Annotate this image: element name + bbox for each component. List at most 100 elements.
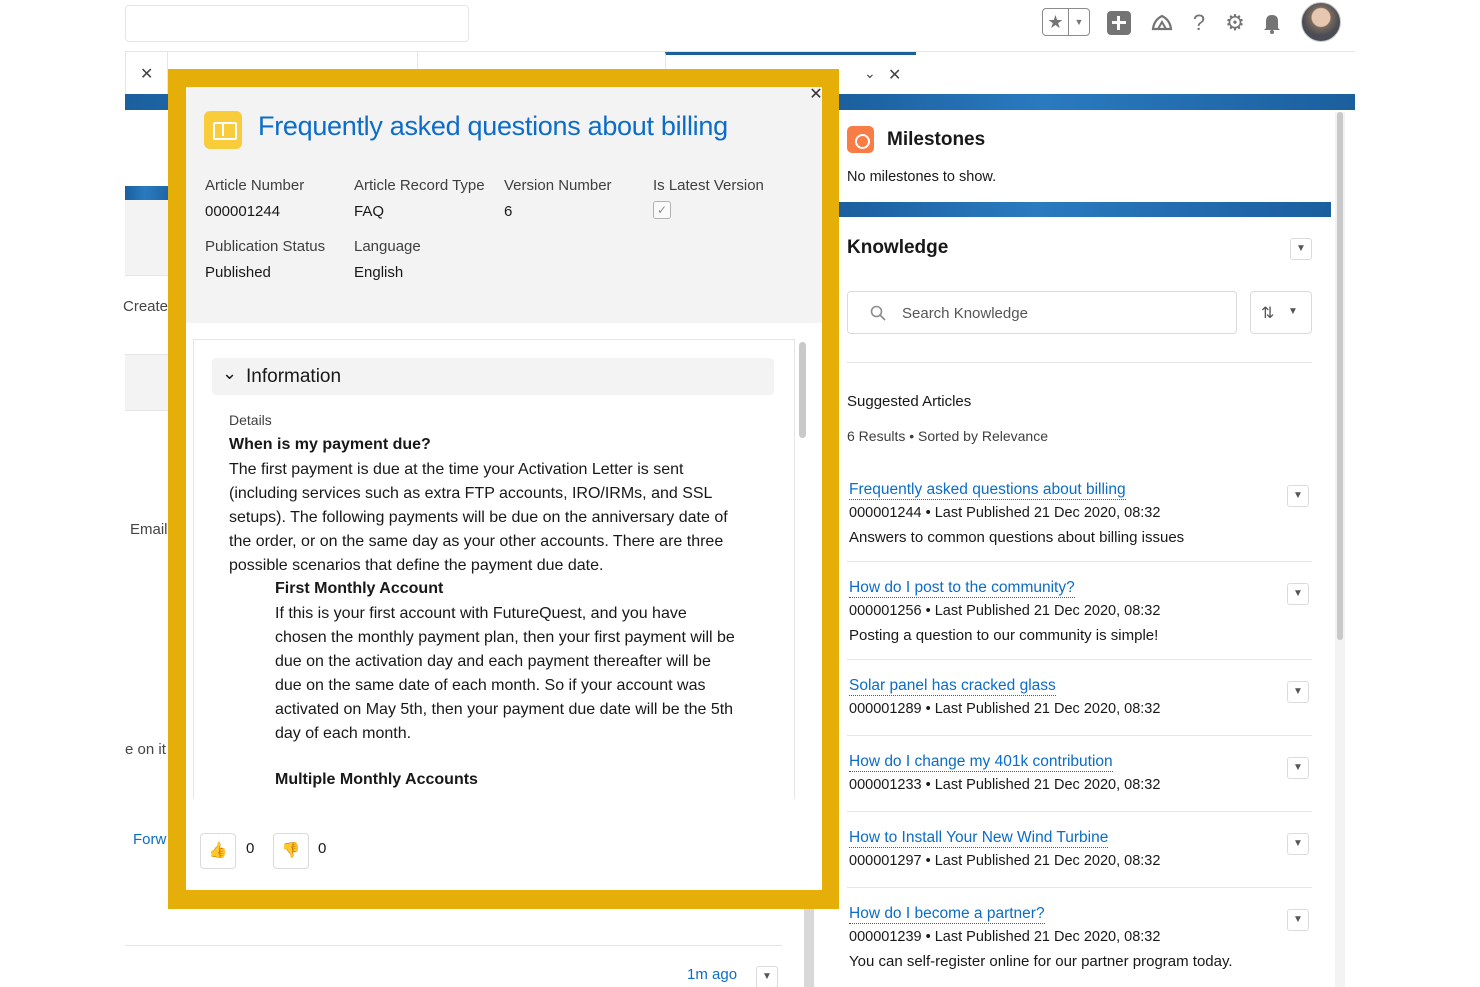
create-tab-label: Create — [123, 298, 169, 315]
workspace-tab-1[interactable]: ✕ — [125, 52, 167, 95]
field-label-language: Language — [354, 238, 421, 255]
knowledge-article-icon — [204, 111, 242, 149]
sub-line: due on the same date of each month. So i… — [275, 677, 706, 694]
sidebar-header-band — [838, 94, 1355, 110]
subheading-first-monthly: First Monthly Account — [275, 580, 444, 597]
downvote-button[interactable]: 👎 — [273, 833, 309, 869]
close-icon[interactable]: ✕ — [888, 65, 901, 85]
field-value-publication-status: Published — [205, 264, 271, 281]
article-divider — [847, 811, 1312, 812]
chevron-down-icon[interactable]: ⌄ — [864, 65, 876, 82]
latest-version-checkbox: ✓ — [653, 201, 671, 219]
article-title-link[interactable]: Solar panel has cracked glass — [849, 677, 1056, 696]
article-title: Frequently asked questions about billing — [258, 111, 728, 141]
sidebar-divider-band — [838, 202, 1331, 217]
article-preview-modal: Frequently asked questions about billing… — [186, 87, 822, 890]
gear-icon[interactable]: ⚙ — [1223, 10, 1247, 36]
field-value-version-number: 6 — [504, 203, 513, 220]
close-icon[interactable]: ✕ — [808, 87, 824, 103]
article-title-link[interactable]: Frequently asked questions about billing — [849, 481, 1126, 500]
milestones-title: Milestones — [887, 129, 986, 150]
trailhead-icon[interactable] — [1150, 11, 1174, 35]
close-icon[interactable]: ✕ — [140, 64, 153, 84]
user-avatar[interactable] — [1301, 2, 1341, 42]
article-title-link[interactable]: How to Install Your New Wind Turbine — [849, 829, 1109, 848]
upvote-button[interactable]: 👍 — [200, 833, 236, 869]
answer-line: (including services such as extra FTP ac… — [229, 485, 713, 502]
first-monthly-text: If this is your first account with Futur… — [275, 602, 775, 746]
field-label-version-number: Version Number — [504, 177, 612, 194]
subheading-multiple-monthly: Multiple Monthly Accounts — [275, 771, 478, 788]
sort-icon: ⇅ — [1261, 305, 1275, 322]
activity-timestamp: 1m ago — [687, 966, 738, 983]
article-divider — [847, 735, 1312, 736]
milestones-icon — [847, 126, 874, 153]
chevron-down-icon: ▼ — [1288, 306, 1298, 317]
faq-question: When is my payment due? — [229, 436, 431, 453]
article-title-link[interactable]: How do I become a partner? — [849, 905, 1045, 924]
knowledge-search-placeholder: Search Knowledge — [902, 305, 1028, 322]
sidebar-scroll-thumb[interactable] — [1337, 112, 1343, 640]
knowledge-menu-button[interactable]: ▼ — [1290, 238, 1312, 260]
article-meta: 000001256 • Last Published 21 Dec 2020, … — [849, 603, 1161, 619]
field-label-publication-status: Publication Status — [205, 238, 326, 255]
activity-menu-button[interactable]: ▼ — [756, 966, 778, 987]
sub-line: activated on May 5th, then your payment … — [275, 701, 734, 718]
article-menu-button[interactable]: ▼ — [1287, 485, 1309, 507]
article-divider — [847, 561, 1312, 562]
results-summary: 6 Results • Sorted by Relevance — [847, 428, 1049, 444]
faq-answer: The first payment is due at the time you… — [229, 458, 789, 578]
article-meta: 000001233 • Last Published 21 Dec 2020, … — [849, 777, 1161, 793]
email-label: Email — [130, 521, 168, 538]
milestones-empty-text: No milestones to show. — [847, 169, 997, 185]
article-divider — [847, 659, 1312, 660]
plus-icon[interactable] — [1107, 11, 1131, 35]
global-search-input[interactable] — [125, 5, 469, 42]
article-menu-button[interactable]: ▼ — [1287, 583, 1309, 605]
article-menu-button[interactable]: ▼ — [1287, 757, 1309, 779]
bell-icon[interactable] — [1260, 11, 1284, 35]
knowledge-divider — [847, 362, 1312, 363]
details-label: Details — [229, 412, 272, 428]
article-menu-button[interactable]: ▼ — [1287, 833, 1309, 855]
article-header: Frequently asked questions about billing… — [186, 87, 822, 323]
article-summary: Answers to common questions about billin… — [849, 529, 1185, 546]
article-menu-button[interactable]: ▼ — [1287, 681, 1309, 703]
article-title-link[interactable]: How do I post to the community? — [849, 579, 1075, 598]
section-label: Information — [246, 366, 342, 387]
star-icon[interactable]: ★ — [1043, 9, 1069, 35]
field-value-language: English — [354, 264, 404, 281]
activity-text: e on it — [125, 741, 166, 758]
downvote-count: 0 — [318, 840, 327, 857]
chevron-down-icon: ⌄ — [222, 363, 238, 383]
activity-divider — [125, 945, 782, 946]
answer-line: possible scenarios that define the payme… — [229, 557, 604, 574]
knowledge-search-input[interactable]: Search Knowledge — [847, 291, 1237, 334]
field-value-article-number: 000001244 — [205, 203, 281, 220]
article-summary: Posting a question to our community is s… — [849, 627, 1159, 644]
favorites-button-group[interactable]: ★ ▼ — [1042, 8, 1090, 36]
chevron-down-icon[interactable]: ▼ — [1069, 9, 1089, 35]
article-divider — [847, 887, 1312, 888]
article-title-link[interactable]: How do I change my 401k contribution — [849, 753, 1113, 772]
question-icon[interactable]: ? — [1187, 10, 1211, 36]
sub-line: due on the activation day and each payme… — [275, 653, 711, 670]
sub-line: chosen the monthly payment plan, then yo… — [275, 629, 735, 646]
thumbs-up-icon: 👍 — [208, 842, 228, 859]
article-summary: You can self-register online for our par… — [849, 953, 1233, 970]
information-section-toggle[interactable]: ⌄ Information — [212, 358, 774, 395]
suggested-articles-label: Suggested Articles — [847, 393, 972, 410]
article-meta: 000001289 • Last Published 21 Dec 2020, … — [849, 701, 1161, 717]
article-scroll-thumb[interactable] — [799, 342, 806, 438]
article-menu-button[interactable]: ▼ — [1287, 909, 1309, 931]
knowledge-sort-button[interactable]: ⇅ ▼ — [1250, 291, 1312, 334]
answer-line: the order, or on the same day as your ot… — [229, 533, 724, 550]
article-meta: 000001297 • Last Published 21 Dec 2020, … — [849, 853, 1161, 869]
answer-line: The first payment is due at the time you… — [229, 461, 684, 478]
field-label-latest-version: Is Latest Version — [653, 177, 764, 194]
forward-link[interactable]: Forw — [133, 831, 166, 848]
app-window: { "header": { "favorites_icon": "star-ic… — [0, 0, 1480, 987]
sub-line: If this is your first account with Futur… — [275, 605, 687, 622]
answer-line: setups). The following payments will be … — [229, 509, 728, 526]
page-scrollbar[interactable] — [804, 909, 814, 987]
